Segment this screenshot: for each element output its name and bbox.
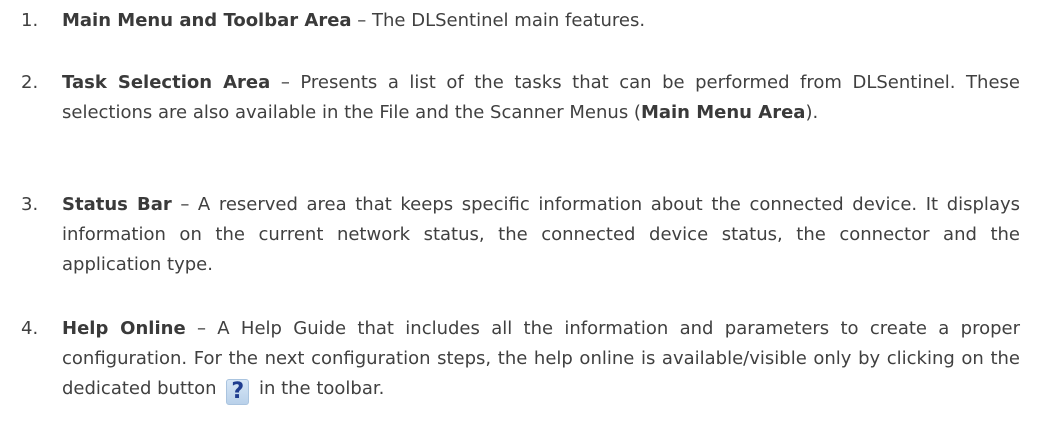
list-item-title: Help Online xyxy=(62,318,186,339)
list-item-text-end: in the toolbar. xyxy=(253,378,385,399)
list-item-body: Status Bar – A reserved area that keeps … xyxy=(62,190,1020,280)
list-item-title: Status Bar xyxy=(62,194,172,215)
list-item-text: – A reserved area that keeps specific in… xyxy=(62,194,1020,275)
question-mark-glyph: ? xyxy=(231,379,245,404)
list-item-number: 2. xyxy=(21,72,39,93)
list-item-title: Main Menu and Toolbar Area xyxy=(62,10,352,31)
list-item-text: – The DLSentinel main features. xyxy=(351,10,646,31)
question-mark-icon: ? xyxy=(226,379,250,405)
list-item-number: 4. xyxy=(21,318,39,339)
list-item-body: Help Online – A Help Guide that includes… xyxy=(62,314,1020,405)
list-item-number: 3. xyxy=(21,194,39,215)
list-item-text-end: ). xyxy=(805,102,819,123)
list-item-body: Main Menu and Toolbar Area – The DLSenti… xyxy=(62,6,1020,36)
list-item-title: Task Selection Area xyxy=(62,72,271,93)
list-item-number: 1. xyxy=(21,10,39,31)
list-item-body: Task Selection Area – Presents a list of… xyxy=(62,68,1020,128)
inline-bold-reference: Main Menu Area xyxy=(640,102,806,123)
list-item-text: – A Help Guide that includes all the inf… xyxy=(62,318,1020,399)
